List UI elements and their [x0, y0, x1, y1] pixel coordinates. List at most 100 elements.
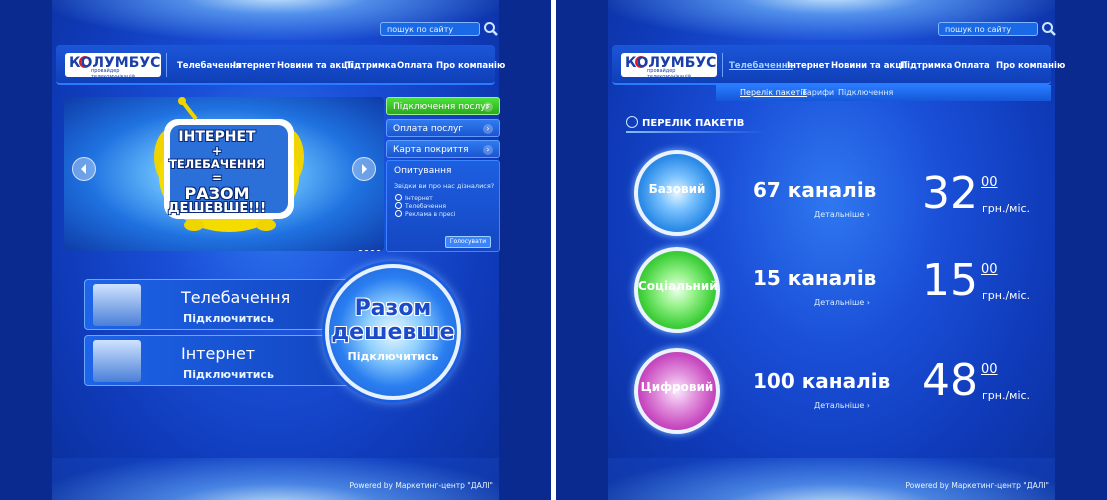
nav-internet[interactable]: Інтернет — [787, 61, 829, 71]
package-digital-circle[interactable]: Цифровий — [634, 348, 720, 434]
poll-option-tv[interactable]: Телебачення — [395, 202, 446, 210]
nav-support[interactable]: Підтримка — [900, 61, 952, 71]
logo-tagline: провайдер телекомунікацій — [647, 68, 691, 80]
package-social-channels: 15 каналів — [753, 266, 877, 290]
right-margin — [1055, 0, 1107, 500]
logo-tagline: провайдер телекомунікацій — [91, 68, 135, 80]
nav-payment[interactable]: Оплата — [954, 61, 990, 71]
left-margin — [556, 0, 608, 500]
subnav-package-list[interactable]: Перелік пакетів — [740, 88, 807, 97]
footer-credit[interactable]: Powered by Маркетинг-центр "ДАЛІ" — [350, 481, 494, 490]
radio-icon[interactable] — [395, 210, 402, 217]
nav-tv[interactable]: Телебачення — [729, 61, 793, 71]
nav-about[interactable]: Про компанію — [436, 61, 505, 71]
search-icon[interactable] — [1041, 21, 1057, 37]
poll-question: Звідки ви про нас дізналися? — [394, 182, 495, 190]
logo[interactable]: КОЛУМБУС провайдер телекомунікацій — [65, 53, 161, 80]
sub-nav: Перелік пакетів Тарифи Підключення — [716, 85, 1051, 101]
cta-tv[interactable]: Телебачення Підключитись — [84, 279, 354, 330]
search-input[interactable]: пошук по сайту — [380, 22, 480, 36]
chevron-right-icon: › — [483, 145, 493, 155]
left-margin — [0, 0, 52, 500]
nav-divider — [722, 53, 723, 77]
packages-screenshot: пошук по сайту КОЛУМБУС провайдер телеко… — [556, 0, 1107, 500]
package-basic-cents: 00 — [981, 175, 998, 190]
footer-credit[interactable]: Powered by Маркетинг-центр "ДАЛІ" — [906, 481, 1050, 490]
banner-line-tv: ТЕЛЕБАЧЕННЯ — [168, 157, 266, 171]
nav-tv[interactable]: Телебачення — [177, 61, 241, 71]
menu-connect-label: Підключення послуг — [393, 102, 491, 112]
nav-news[interactable]: Новини та акції — [831, 61, 907, 71]
nav-internet[interactable]: Інтернет — [233, 61, 275, 71]
banner-line-cheaper: ДЕШЕВШЕ!!! — [167, 201, 267, 216]
poll-option-internet[interactable]: Інтернет — [395, 194, 433, 202]
promo-banner[interactable]: ІНТЕРНЕТ + ТЕЛЕБАЧЕННЯ = РАЗОМ ДЕШЕВШЕ!!… — [64, 97, 384, 251]
section-bullet-icon — [626, 116, 638, 128]
banner-plus: + — [211, 144, 223, 158]
bottom-glow — [608, 458, 1055, 500]
computer-image — [93, 340, 141, 382]
section-underline — [626, 131, 766, 133]
search-icon[interactable] — [483, 21, 499, 37]
banner-equals: = — [211, 171, 223, 185]
package-basic-channels: 67 каналів — [753, 178, 877, 202]
banner-next-button[interactable] — [352, 157, 376, 181]
nav-about[interactable]: Про компанію — [996, 61, 1065, 71]
package-digital-details-link[interactable]: Детальніше › — [814, 401, 870, 410]
chevron-left-icon — [81, 164, 86, 174]
cta-tv-connect[interactable]: Підключитись — [183, 312, 274, 325]
banner-prev-button[interactable] — [72, 157, 96, 181]
chevron-right-icon: › — [483, 102, 493, 112]
package-digital-name: Цифровий — [640, 380, 714, 394]
radio-icon[interactable] — [395, 202, 402, 209]
right-margin — [499, 0, 551, 500]
package-digital-unit: грн./міс. — [982, 389, 1031, 402]
package-basic-price: 32 — [922, 168, 978, 219]
package-basic-name: Базовий — [648, 182, 706, 196]
menu-coverage-map[interactable]: Карта покриття › — [386, 140, 500, 158]
package-social-details-link[interactable]: Детальніше › — [814, 298, 870, 307]
circle-line-together: Разом — [354, 296, 432, 321]
circle-line-cheaper: дешевше — [331, 320, 455, 345]
cta-internet[interactable]: Інтернет Підключитись — [84, 335, 354, 386]
package-social-cents: 00 — [981, 262, 998, 277]
packages-page: пошук по сайту КОЛУМБУС провайдер телеко… — [608, 0, 1065, 500]
package-basic-circle[interactable]: Базовий — [634, 150, 720, 236]
nav-support[interactable]: Підтримка — [344, 61, 396, 71]
menu-payment[interactable]: Оплата послуг › — [386, 119, 500, 137]
main-nav: КОЛУМБУС провайдер телекомунікацій Телеб… — [612, 45, 1065, 85]
search-input[interactable]: пошук по сайту — [938, 22, 1038, 36]
nav-news[interactable]: Новини та акції — [277, 61, 353, 71]
package-basic-unit: грн./міс. — [982, 202, 1031, 215]
menu-payment-label: Оплата послуг — [393, 124, 464, 134]
logo[interactable]: КОЛУМБУС провайдер телекомунікацій — [621, 53, 717, 80]
cta-internet-connect[interactable]: Підключитись — [183, 368, 274, 381]
subnav-tariffs[interactable]: Тарифи — [802, 88, 834, 97]
poll-widget: Опитування Звідки ви про нас дізналися? … — [386, 160, 500, 252]
banner-pagination[interactable] — [358, 240, 382, 251]
banner-line-internet: ІНТЕРНЕТ — [178, 129, 256, 145]
vote-button[interactable]: Голосувати — [445, 236, 491, 248]
radio-icon[interactable] — [395, 194, 402, 201]
subnav-connection[interactable]: Підключення — [838, 88, 893, 97]
poll-option-press[interactable]: Реклама в пресі — [395, 210, 455, 218]
cta-tv-title: Телебачення — [181, 288, 291, 307]
nav-payment[interactable]: Оплата — [397, 61, 433, 71]
package-social-price: 15 — [922, 255, 978, 306]
bundle-circle-button[interactable]: Разом дешевше Підключитись — [325, 264, 461, 400]
bottom-glow — [52, 458, 499, 500]
chevron-right-icon: › — [483, 124, 493, 134]
chevron-right-icon — [362, 164, 367, 174]
package-social-circle[interactable]: Соціальний — [634, 247, 720, 333]
circle-connect: Підключитись — [347, 350, 439, 363]
section-title: ПЕРЕЛІК ПАКЕТІВ — [626, 116, 744, 129]
homepage: пошук по сайту КОЛУМБУС провайдер телеко… — [52, 0, 505, 500]
poll-title: Опитування — [394, 166, 452, 176]
package-basic-details-link[interactable]: Детальніше › — [814, 210, 870, 219]
cta-internet-title: Інтернет — [181, 344, 256, 363]
package-digital-channels: 100 каналів — [753, 369, 891, 393]
package-digital-price: 48 — [922, 355, 978, 406]
menu-connect-services[interactable]: Підключення послуг › — [386, 97, 500, 115]
package-digital-cents: 00 — [981, 362, 998, 377]
nav-divider — [166, 53, 167, 77]
